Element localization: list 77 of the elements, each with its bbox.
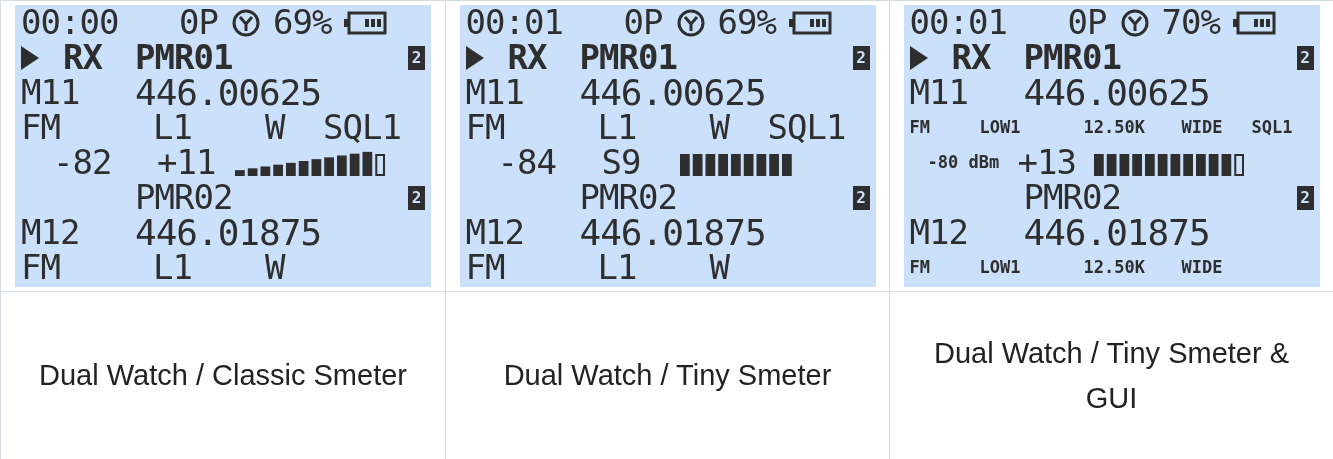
signal-reading: S9: [601, 145, 642, 180]
lcd-parameter: W: [709, 250, 731, 285]
battery-icon: [343, 10, 387, 35]
rx-mode: RX: [507, 40, 548, 75]
lcd-parameter: FM: [21, 110, 61, 145]
frequency: 446.00625: [135, 75, 323, 110]
rssi-reading: -80 dBm: [927, 151, 1001, 174]
channel-name: PMR01: [579, 40, 678, 75]
lcd-parameter: FM: [909, 256, 931, 279]
battery-percent: 69%: [717, 5, 778, 40]
channel-name: PMR02: [135, 180, 234, 215]
frequency: 446.01875: [1023, 215, 1211, 250]
clock-time: 00:00: [21, 5, 120, 40]
memory-channel: M12: [909, 215, 969, 250]
clock-time: 00:01: [909, 5, 1008, 40]
lcd-parameter: FM: [465, 250, 506, 285]
play-icon: [21, 45, 39, 70]
lcd-parameter: L1: [597, 250, 638, 285]
rssi-reading: -82: [53, 145, 113, 180]
lcd-parameter: LOW1: [979, 116, 1022, 139]
antenna-icon: [675, 7, 706, 38]
frequency: 446.00625: [579, 75, 767, 110]
lcd-parameter: SQL1: [1251, 116, 1294, 139]
vfo-badge: 2: [852, 45, 870, 70]
signal-reading: +11: [157, 145, 217, 180]
frequency: 446.01875: [135, 215, 323, 250]
lcd-parameter: FM: [909, 116, 931, 139]
play-icon: [465, 45, 484, 70]
vfo-badge: 2: [1296, 185, 1314, 210]
battery-icon: [1231, 10, 1276, 35]
lcd-parameter: W: [265, 250, 287, 285]
lcd-parameter: WIDE: [1181, 116, 1224, 139]
channel-name: PMR01: [1023, 40, 1122, 75]
antenna-icon: [231, 7, 261, 38]
play-icon: [909, 45, 928, 70]
channel-name: PMR02: [1023, 180, 1122, 215]
clock-time: 00:01: [465, 5, 564, 40]
rx-mode: RX: [951, 40, 992, 75]
memory-channel: M11: [465, 75, 525, 110]
frequency: 446.00625: [1023, 75, 1211, 110]
lcd-parameter: L1: [153, 110, 193, 145]
vfo-badge: 2: [852, 185, 870, 210]
lcd-parameter: FM: [21, 250, 61, 285]
lcd-parameter: WIDE: [1181, 256, 1224, 279]
battery-icon: [787, 10, 832, 35]
frequency: 446.01875: [579, 215, 767, 250]
channel-name: PMR02: [579, 180, 678, 215]
lcd-parameter: 12.50K: [1083, 256, 1146, 279]
memory-channel: M11: [909, 75, 969, 110]
memory-channel: M12: [465, 215, 525, 250]
lcd-parameter: FM: [465, 110, 506, 145]
battery-percent: 69%: [273, 5, 333, 40]
memory-channel: M11: [21, 75, 81, 110]
lcd-parameter: LOW1: [979, 256, 1022, 279]
status-text: 0P: [1067, 5, 1108, 40]
status-text: 0P: [179, 5, 219, 40]
lcd-parameter: SQL1: [767, 110, 847, 145]
signal-reading: +13: [1017, 145, 1077, 180]
status-text: 0P: [623, 5, 664, 40]
lcd-parameter: W: [709, 110, 731, 145]
vfo-badge: 2: [408, 185, 425, 210]
battery-percent: 70%: [1161, 5, 1222, 40]
lcd-parameter: L1: [153, 250, 193, 285]
lcd-parameter: L1: [597, 110, 638, 145]
caption: Dual Watch / Tiny Smeter & GUI: [932, 335, 1291, 416]
lcd-parameter: SQL1: [323, 110, 402, 145]
vfo-badge: 2: [408, 45, 425, 70]
lcd-parameter: 12.50K: [1083, 116, 1146, 139]
memory-channel: M12: [21, 215, 81, 250]
caption: Dual Watch / Tiny Smeter: [503, 358, 832, 394]
antenna-icon: [1119, 7, 1150, 38]
caption: Dual Watch / Classic Smeter: [39, 358, 407, 394]
rx-mode: RX: [63, 40, 104, 75]
lcd-parameter: W: [265, 110, 287, 145]
vfo-badge: 2: [1296, 45, 1314, 70]
rssi-reading: -84: [497, 145, 557, 180]
channel-name: PMR01: [135, 40, 234, 75]
